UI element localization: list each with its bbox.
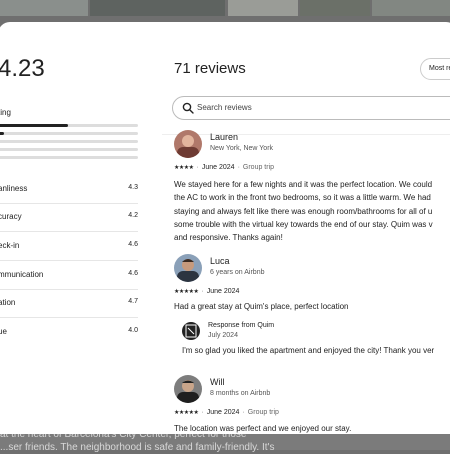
review-meta: ★★★★★ · June 2024 <box>174 288 240 295</box>
reviews-count-title: 71 reviews <box>174 60 246 77</box>
listing-photo <box>90 0 225 16</box>
review-text: The location was perfect and we enjoyed … <box>174 422 351 434</box>
category-name: curacy <box>0 212 22 221</box>
rating-bar-3-stars <box>0 140 138 143</box>
star-rating: ★★★★ <box>174 165 194 171</box>
host-avatar[interactable] <box>182 322 200 340</box>
category-name: anliness <box>0 184 28 193</box>
review-text-line: some trouble with the virtual key toward… <box>174 219 433 229</box>
response-from: Response from Quim <box>208 322 275 329</box>
reviews-modal: 4.23 ting anliness 4.3 curacy 4.2 eck-in… <box>0 22 450 434</box>
review-text-line: staying and always felt like there was e… <box>174 206 433 216</box>
response-text: I'm so glad you liked the apartment and … <box>182 346 435 355</box>
rating-bar-1-stars <box>0 156 138 159</box>
category-cleanliness: anliness 4.3 <box>0 175 138 204</box>
reviewer-tenure: 6 years on Airbnb <box>210 269 265 276</box>
rating-bar-fill <box>0 124 68 127</box>
review-meta: ★★★★★ · June 2024 · Group trip <box>174 409 279 416</box>
listing-photos-strip <box>0 0 450 16</box>
listing-photo <box>300 0 370 16</box>
search-reviews-field[interactable]: Search reviews <box>172 96 450 120</box>
review-meta: ★★★★ · June 2024 · Group trip <box>174 164 275 171</box>
rating-distribution <box>0 124 138 164</box>
category-name: mmunication <box>0 270 44 279</box>
review-date: June 2024 <box>206 409 240 416</box>
category-score: 4.2 <box>128 212 138 219</box>
category-score: 4.3 <box>128 184 138 191</box>
review-date: June 2024 <box>206 288 240 295</box>
response-date: July 2024 <box>208 332 238 339</box>
search-icon <box>182 102 194 114</box>
category-name: ation <box>0 298 16 307</box>
rating-bar-2-stars <box>0 148 138 151</box>
category-check-in: eck-in 4.6 <box>0 232 138 261</box>
header-divider <box>162 134 450 135</box>
category-score: 4.6 <box>128 241 138 248</box>
listing-description-backdrop: at the heart of Barcelona's City Center,… <box>0 429 450 453</box>
category-value: ue 4.0 <box>0 318 138 346</box>
category-accuracy: curacy 4.2 <box>0 203 138 232</box>
review-text: We stayed here for a few nights and it w… <box>174 178 433 244</box>
reviewer-location: New York, New York <box>210 145 274 152</box>
reviewer-name: Lauren <box>210 132 239 142</box>
search-reviews-placeholder: Search reviews <box>197 103 252 112</box>
review-text-line: We stayed here for a few nights and it w… <box>174 180 433 189</box>
trip-type: Group trip <box>242 164 275 171</box>
listing-photo <box>0 0 88 16</box>
category-communication: mmunication 4.6 <box>0 261 138 290</box>
sort-reviews-button[interactable]: Most re <box>420 58 450 80</box>
reviewer-tenure: 8 months on Airbnb <box>210 390 271 397</box>
category-name: ue <box>0 327 7 336</box>
rating-bar-4-stars <box>0 132 138 135</box>
category-location: ation 4.7 <box>0 289 138 318</box>
reviewer-avatar[interactable] <box>174 130 202 158</box>
category-score: 4.7 <box>128 298 138 305</box>
reviewer-avatar[interactable] <box>174 375 202 403</box>
listing-photo <box>372 0 450 16</box>
review-text-line: The location was perfect and we enjoyed … <box>174 424 352 433</box>
reviewer-avatar[interactable] <box>174 254 202 282</box>
overall-rating: 4.23 <box>0 55 45 82</box>
overall-rating-label: ting <box>0 108 11 117</box>
category-score: 4.0 <box>128 327 138 334</box>
listing-photo <box>228 0 298 16</box>
star-rating: ★★★★★ <box>174 410 199 416</box>
review-text: Had a great stay at Quim's place, perfec… <box>174 300 349 313</box>
review-text-line: Had a great stay at Quim's place, perfec… <box>174 302 349 311</box>
listing-description-line: ...ser friends. The neighborhood is safe… <box>0 442 275 453</box>
category-name: eck-in <box>0 241 20 250</box>
review-text-line: the AC to work in the front two bedrooms… <box>174 193 431 203</box>
reviewer-name: Will <box>210 377 225 387</box>
category-score: 4.6 <box>128 270 138 277</box>
rating-bar-fill <box>0 132 4 135</box>
rating-bar-5-stars <box>0 124 138 127</box>
review-text-line: and responsive. Thanks again! <box>174 233 283 243</box>
review-date: June 2024 <box>201 164 235 171</box>
trip-type: Group trip <box>247 409 279 416</box>
star-rating: ★★★★★ <box>174 289 199 295</box>
reviewer-name: Luca <box>210 256 230 266</box>
